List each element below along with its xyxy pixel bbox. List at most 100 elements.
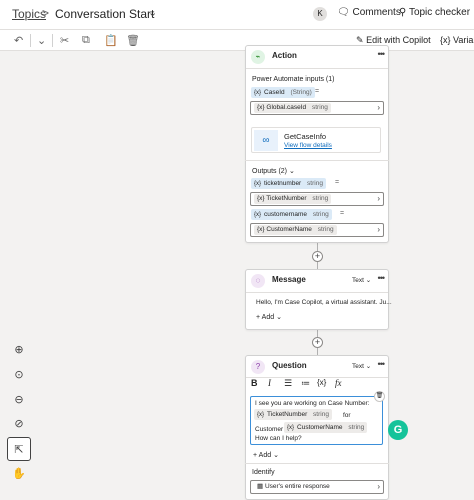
question-variable-pill[interactable]: {x} CustomerName string	[284, 422, 368, 433]
add-node-button[interactable]: +	[312, 337, 323, 348]
variable-icon: {x}	[257, 104, 265, 111]
output-target-type: string	[317, 226, 334, 233]
output-name: customername	[264, 211, 308, 218]
more-options-icon[interactable]: •••	[378, 49, 386, 59]
outputs-heading[interactable]: Outputs (2) ⌄	[252, 167, 295, 175]
identify-value: User's entire response	[264, 483, 330, 490]
comment-icon: 🗨	[337, 7, 350, 18]
question-word-customer: Customer	[255, 426, 284, 433]
breadcrumb-topics-link[interactable]: Topics	[12, 7, 46, 21]
formula-icon[interactable]: fx	[335, 378, 342, 388]
message-add-button[interactable]: + Add ⌄	[256, 313, 282, 321]
comments-button[interactable]: 🗨 Comments	[337, 7, 401, 18]
variables-button[interactable]: {x} Variab	[440, 35, 474, 45]
action-node-header: ⌁ Action •••	[246, 46, 388, 68]
entity-icon: ▦	[257, 483, 264, 490]
output-target-name: CustomerName	[266, 226, 312, 233]
add-node-button[interactable]: +	[312, 251, 323, 262]
question-node-header: ? Question Text ⌄ •••	[246, 356, 388, 378]
toolbar-divider	[52, 34, 53, 47]
output-variable-pill[interactable]: {x} customername string	[251, 209, 332, 220]
insert-variable-icon[interactable]: {x}	[317, 378, 326, 387]
input-value-chip: {x} Global.caseId string	[254, 103, 331, 113]
outputs-heading-text: Outputs (2)	[252, 168, 288, 175]
input-variable-pill[interactable]: {x} CaseId (String)	[251, 87, 315, 98]
topic-checker-button[interactable]: ⚲ Topic checker	[399, 7, 470, 18]
chevron-down-icon: ⌄	[288, 168, 295, 175]
identify-chip: ▦ User's entire response	[254, 482, 333, 492]
top-bar: Topics > Conversation Start ⌄ K 🗨 Commen…	[0, 0, 474, 30]
inputs-heading: Power Automate inputs (1)	[252, 76, 335, 83]
breadcrumb-separator: >	[42, 6, 50, 20]
recenter-icon[interactable]: ⊙	[7, 363, 31, 387]
output-target-field[interactable]: {x} CustomerName string ›	[250, 223, 384, 237]
identify-label: Identify	[252, 469, 275, 476]
delete-icon[interactable]: 🗑	[126, 34, 140, 47]
flow-icon: ⌁	[251, 50, 265, 64]
variable-icon: {x}	[440, 35, 451, 45]
flow-connector-icon: ∞	[254, 130, 278, 151]
question-line-1: I see you are working on Case Number:	[255, 400, 370, 407]
select-pointer-icon[interactable]: ⇱	[7, 437, 31, 461]
pan-hand-icon[interactable]: ✋	[7, 462, 31, 486]
question-var1-type: string	[313, 411, 329, 418]
minimap-off-icon[interactable]: ⊘	[7, 412, 31, 436]
more-options-icon[interactable]: •••	[378, 359, 386, 369]
question-var1-name: TicketNumber	[267, 411, 308, 418]
zoom-out-icon[interactable]: ⊖	[7, 388, 31, 412]
numbered-list-icon[interactable]: ≔	[301, 378, 310, 389]
chevron-right-icon[interactable]: ›	[377, 193, 380, 205]
output-target-chip: {x} CustomerName string	[254, 225, 337, 235]
output-type: string	[312, 211, 329, 218]
output-target-chip: {x} TicketNumber string	[254, 194, 332, 204]
question-text-editor[interactable]: I see you are working on Case Number: {x…	[250, 396, 383, 445]
view-flow-details-link[interactable]: View flow details	[284, 142, 332, 149]
equals-sign: =	[315, 88, 320, 95]
output-variable-pill[interactable]: {x} ticketnumber string	[251, 178, 326, 189]
copy-icon[interactable]: ⧉	[82, 34, 90, 47]
variable-icon: {x}	[254, 212, 262, 218]
question-variable-pill[interactable]: {x} TicketNumber string	[254, 409, 332, 420]
question-add-button[interactable]: + Add ⌄	[253, 451, 279, 459]
input-value-type: string	[311, 104, 328, 111]
action-node-title: Action	[272, 51, 297, 60]
question-var2-name: CustomerName	[297, 424, 343, 431]
message-text[interactable]: Hello, I'm Case Copilot, a virtual assis…	[256, 299, 392, 306]
undo-icon[interactable]: ↶	[14, 34, 23, 47]
trash-icon[interactable]: 🗑	[374, 391, 385, 402]
identify-field[interactable]: ▦ User's entire response ›	[250, 480, 384, 494]
question-mode-selector[interactable]: Text ⌄	[352, 362, 371, 370]
chevron-down-icon[interactable]: ⌄	[37, 34, 46, 47]
paste-icon[interactable]: 📋	[104, 34, 118, 47]
bullet-list-icon[interactable]: ☰	[284, 378, 292, 389]
comments-label: Comments	[352, 7, 401, 18]
message-icon: ◌	[251, 274, 265, 288]
chevron-right-icon[interactable]: ›	[377, 481, 380, 493]
chevron-right-icon[interactable]: ›	[377, 224, 380, 236]
question-node-title: Question	[272, 361, 307, 370]
output-target-type: string	[312, 195, 329, 202]
input-value-field[interactable]: {x} Global.caseId string ›	[250, 101, 384, 115]
variable-icon: {x}	[257, 195, 265, 202]
equals-sign: =	[335, 179, 340, 186]
output-target-field[interactable]: {x} TicketNumber string ›	[250, 192, 384, 206]
divider	[246, 68, 388, 69]
cut-icon[interactable]: ✂	[60, 34, 69, 47]
grammarly-icon[interactable]: G	[388, 420, 408, 440]
italic-icon[interactable]: I	[268, 378, 271, 388]
flow-name: GetCaseInfo	[284, 132, 327, 141]
more-options-icon[interactable]: •••	[378, 273, 386, 283]
chevron-down-icon: ⌄	[273, 452, 279, 459]
variables-label: Variab	[453, 35, 474, 45]
avatar[interactable]: K	[313, 7, 327, 21]
variable-icon: {x}	[257, 226, 265, 233]
message-node-header: ◌ Message Text ⌄ •••	[246, 270, 388, 292]
message-node[interactable]: ◌ Message Text ⌄ ••• Hello, I'm Case Cop…	[245, 269, 392, 330]
zoom-in-icon[interactable]: ⊕	[7, 338, 31, 362]
page-title: Conversation Start	[55, 7, 155, 21]
bold-icon[interactable]: B	[251, 378, 258, 388]
chevron-down-icon[interactable]: ⌄	[148, 6, 157, 19]
flow-reference[interactable]: ∞ GetCaseInfo View flow details	[251, 127, 381, 153]
message-mode-selector[interactable]: Text ⌄	[352, 276, 371, 284]
chevron-right-icon[interactable]: ›	[377, 102, 380, 114]
